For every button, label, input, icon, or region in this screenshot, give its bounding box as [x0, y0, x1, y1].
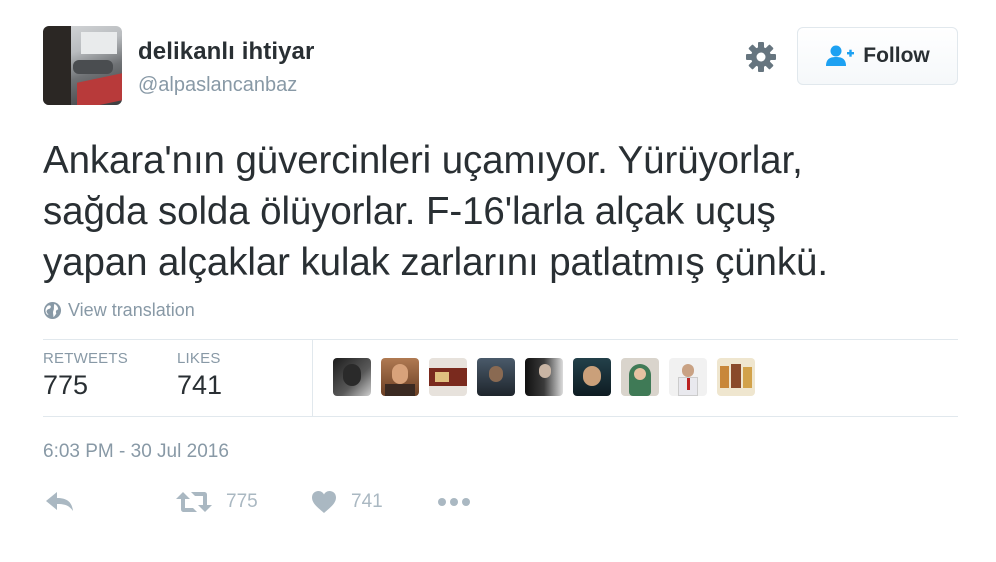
follow-label: Follow [863, 44, 930, 67]
liker-avatar[interactable] [525, 358, 563, 396]
more-icon [438, 498, 470, 506]
divider [43, 416, 958, 417]
avatar-figure [43, 26, 71, 105]
globe-icon [43, 301, 62, 320]
follow-person-icon [826, 45, 855, 66]
view-translation-label: View translation [68, 300, 195, 320]
like-count: 741 [351, 491, 383, 512]
avatar-bg-building [81, 32, 117, 54]
tweet-timestamp[interactable]: 6:03 PM - 30 Jul 2016 [43, 441, 229, 463]
likes-count: 741 [177, 370, 223, 400]
tweet-card: delikanlı ihtiyar @alpaslancanbaz Follow… [0, 0, 996, 562]
liker-avatar[interactable] [381, 358, 419, 396]
tweet-text-line: Ankara'nın güvercinleri uçamıyor. Yürüyo… [43, 139, 803, 182]
likes-stat[interactable]: LIKES 741 [177, 350, 222, 401]
avatar-flag [77, 73, 122, 105]
divider [43, 339, 958, 340]
stats-divider [312, 340, 313, 416]
retweet-icon [176, 492, 212, 512]
avatar-bg-crowd [73, 60, 113, 74]
view-translation-link[interactable]: View translation [43, 300, 195, 321]
retweets-count: 775 [43, 370, 89, 400]
display-name[interactable]: delikanlı ihtiyar [138, 38, 314, 66]
tweet-text-line: sağda solda ölüyorlar. F-16'larla alçak … [43, 190, 776, 233]
liker-avatar[interactable] [429, 358, 467, 396]
retweets-stat[interactable]: RETWEETS 775 [43, 350, 128, 401]
like-button[interactable]: 741 [311, 490, 383, 514]
avatar[interactable] [43, 26, 122, 105]
reply-button[interactable] [45, 490, 75, 514]
follow-button[interactable]: Follow [797, 27, 958, 85]
tweet-text-line: yapan alçaklar kulak zarlarını patlatmış… [43, 241, 828, 284]
liker-avatar[interactable] [717, 358, 755, 396]
tweet-text: Ankara'nın güvercinleri uçamıyor. Yürüyo… [43, 135, 953, 288]
liker-avatar[interactable] [669, 358, 707, 396]
user-handle[interactable]: @alpaslancanbaz [138, 74, 297, 97]
retweets-label: RETWEETS [43, 350, 128, 367]
heart-icon [312, 491, 336, 513]
liker-avatar[interactable] [573, 358, 611, 396]
reply-icon [46, 492, 73, 511]
more-button[interactable] [437, 490, 471, 514]
retweet-button[interactable]: 775 [176, 490, 258, 514]
gear-icon[interactable] [744, 40, 778, 74]
liker-avatars [333, 358, 765, 396]
retweet-count: 775 [226, 491, 258, 512]
liker-avatar[interactable] [621, 358, 659, 396]
liker-avatar[interactable] [477, 358, 515, 396]
liker-avatar[interactable] [333, 358, 371, 396]
likes-label: LIKES [177, 350, 221, 367]
